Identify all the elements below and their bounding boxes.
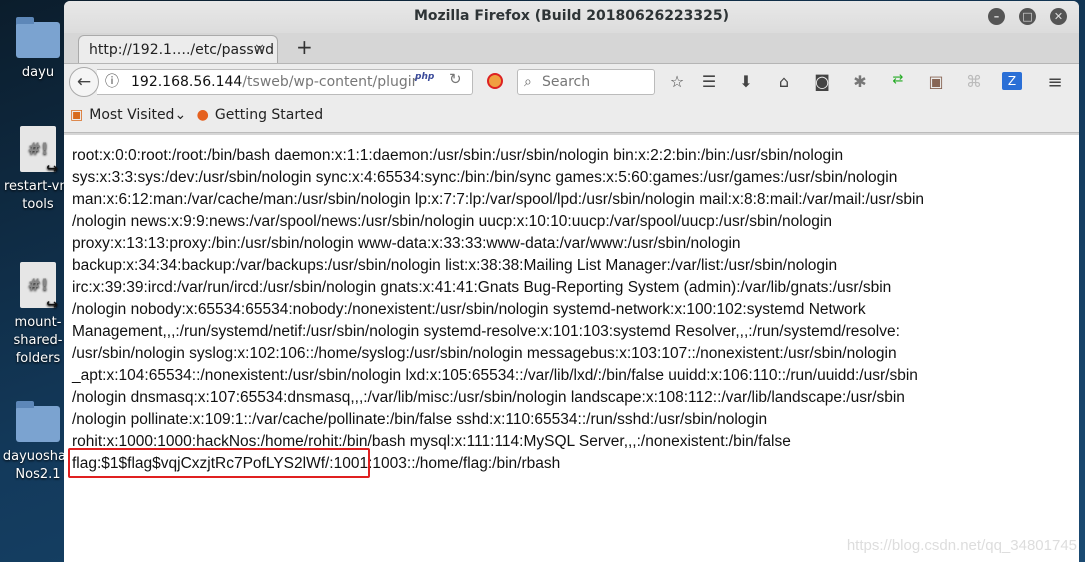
pocket-icon[interactable]: ◙	[812, 72, 832, 91]
search-placeholder: Search	[542, 74, 591, 90]
firebug-icon[interactable]: ✱	[850, 72, 870, 91]
passwd-line: backup:x:34:34:backup:/var/backups:/usr/…	[72, 257, 838, 274]
screenshot-icon[interactable]: ▣	[926, 72, 946, 91]
passwd-line: /nologin pollinate:x:109:1::/var/cache/p…	[72, 411, 768, 428]
home-icon[interactable]: ⌂	[774, 72, 794, 91]
url-host: 192.168.56.144	[131, 74, 243, 90]
passwd-line: irc:x:39:39:ircd:/var/run/ircd:/usr/sbin…	[72, 279, 892, 296]
blocked-addon-icon[interactable]	[487, 73, 503, 89]
passwd-line: /nologin nobody:x:65534:65534:nobody:/no…	[72, 301, 866, 318]
passwd-line: /nologin dnsmasq:x:107:65534:dnsmasq,,,:…	[72, 389, 905, 406]
firefox-logo-icon: ●	[196, 107, 209, 123]
close-tab-icon[interactable]: ✕	[254, 36, 265, 64]
folder-icon	[16, 401, 60, 442]
tab-passwd[interactable]: http://192.1…./etc/passwd ✕	[78, 35, 278, 64]
bookmark-most-visited[interactable]: Most Visited	[89, 107, 174, 123]
zotero-icon[interactable]: Z	[1002, 72, 1022, 90]
php-badge: php	[415, 72, 435, 82]
bookmark-getting-started[interactable]: Getting Started	[215, 107, 323, 123]
passwd-line: sys:x:3:3:sys:/dev:/usr/sbin/nologin syn…	[72, 169, 898, 186]
info-icon[interactable]: ⓘ	[105, 70, 119, 94]
reload-icon[interactable]: ↻	[449, 70, 462, 88]
passwd-line: _apt:x:104:65534::/nonexistent:/usr/sbin…	[72, 367, 918, 384]
new-tab-button[interactable]: +	[296, 35, 313, 59]
search-input[interactable]: ⌕ Search	[517, 69, 655, 95]
chevron-down-icon[interactable]: ⌄	[174, 107, 186, 123]
passwd-line: man:x:6:12:man:/var/cache/man:/usr/sbin/…	[72, 191, 925, 208]
menu-hamburger-icon[interactable]: ≡	[1045, 72, 1065, 93]
title-bar: Mozilla Firefox (Build 20180626223325) –…	[64, 1, 1079, 33]
tab-label: http://192.1…./etc/passwd	[89, 42, 275, 58]
download-icon[interactable]: ⬇	[736, 72, 756, 91]
most-visited-icon: ▣	[70, 107, 84, 123]
command-icon[interactable]: ⌘	[964, 72, 984, 91]
reader-list-icon[interactable]: ☰	[699, 72, 719, 91]
script-icon: #!	[20, 262, 58, 312]
tab-strip: http://192.1…./etc/passwd ✕ +	[64, 33, 1079, 64]
folder-icon	[16, 17, 60, 58]
proxy-switch-icon[interactable]: ⇄	[888, 72, 908, 87]
navigation-toolbar: ⓘ 192.168.56.144/tsweb/wp-content/plugir …	[64, 63, 1079, 99]
back-button[interactable]: ←	[69, 67, 99, 97]
passwd-line: /usr/sbin/nologin syslog:x:102:106::/hom…	[72, 345, 897, 362]
page-content: root:x:0:0:root:/root:/bin/bash daemon:x…	[64, 135, 1079, 562]
watermark: https://blog.csdn.net/qq_34801745	[846, 537, 1077, 554]
url-path: /tsweb/wp-content/plugir	[242, 74, 418, 90]
bookmark-star-icon[interactable]: ☆	[667, 72, 687, 91]
firefox-window: Mozilla Firefox (Build 20180626223325) –…	[64, 1, 1079, 562]
script-icon: #!	[20, 126, 58, 176]
close-window-button[interactable]: ✕	[1050, 8, 1067, 25]
passwd-line: root:x:0:0:root:/root:/bin/bash daemon:x…	[72, 147, 844, 164]
search-icon: ⌕	[524, 74, 532, 90]
bookmarks-toolbar: ▣ Most Visited⌄ ● Getting Started	[64, 99, 1079, 133]
passwd-line: /nologin news:x:9:9:news:/var/spool/news…	[72, 213, 832, 230]
minimize-button[interactable]: –	[988, 8, 1005, 25]
flag-highlight-box	[68, 448, 370, 478]
passwd-line: proxy:x:13:13:proxy:/bin:/usr/sbin/nolog…	[72, 235, 741, 252]
maximize-button[interactable]: □	[1019, 8, 1036, 25]
passwd-line: Management,,,:/run/systemd/netif:/usr/sb…	[72, 323, 900, 340]
window-title: Mozilla Firefox (Build 20180626223325)	[413, 8, 730, 24]
